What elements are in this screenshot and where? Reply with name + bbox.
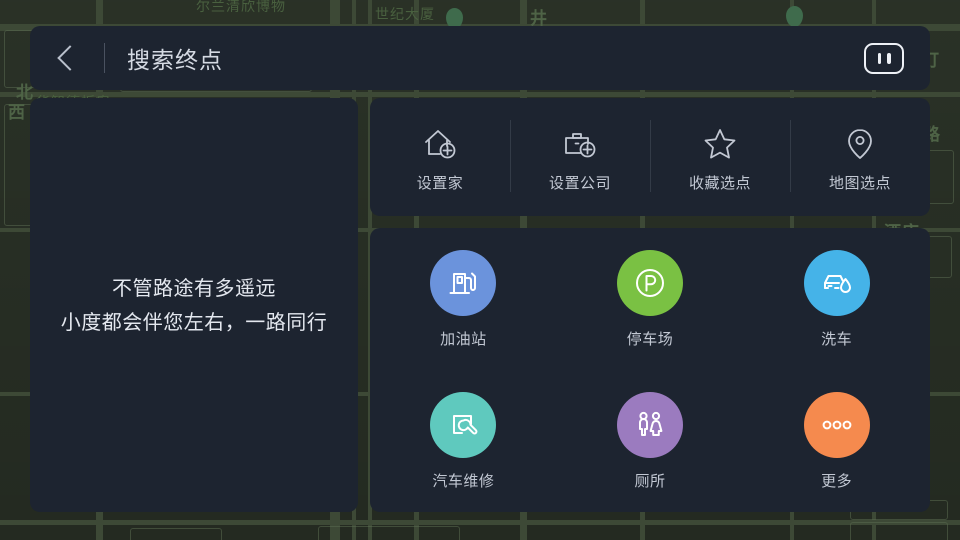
quick-action-label: 设置家 <box>416 173 464 192</box>
quick-action-map-pick[interactable]: 地图选点 <box>790 98 930 216</box>
map-label: 尔兰清欣博物 <box>196 0 286 15</box>
parking-p-icon <box>632 265 668 301</box>
map-block <box>850 522 948 540</box>
promo-line-2: 小度都会伴您左右，一路同行 <box>60 310 328 334</box>
service-item-parking[interactable]: 停车场 <box>616 249 683 349</box>
promo-panel: 不管路途有多遥远 小度都会伴您左右，一路同行 <box>30 98 358 512</box>
quick-action-label: 收藏选点 <box>688 173 751 192</box>
service-label: 更多 <box>821 471 853 490</box>
service-label: 厕所 <box>634 471 666 490</box>
promo-text: 不管路途有多遥远 小度都会伴您左右，一路同行 <box>61 271 328 339</box>
service-label: 停车场 <box>626 329 674 348</box>
services-panel: 加油站 停车场 洗车 汽车维修 厕所 更多 <box>370 228 930 512</box>
service-icon-circle <box>803 391 870 458</box>
assistant-robot-icon <box>864 42 904 74</box>
app-root: 世纪大厦井尔兰清欣博物北西华智德板房中路酒店灯 搜索终点 不管路途有多遥远 小度… <box>0 0 960 540</box>
map-road <box>0 92 960 97</box>
quick-action-label: 地图选点 <box>828 173 891 192</box>
more-dots-icon <box>819 407 855 443</box>
service-item-car-wash[interactable]: 洗车 <box>803 249 870 349</box>
star-icon <box>700 122 740 164</box>
service-icon-circle <box>616 249 683 316</box>
map-block <box>318 526 460 540</box>
service-item-gas-station[interactable]: 加油站 <box>430 249 497 349</box>
service-label: 加油站 <box>440 329 487 348</box>
header-divider <box>104 43 105 73</box>
restroom-icon <box>632 407 668 443</box>
map-label: 世纪大厦 <box>375 7 435 23</box>
map-road <box>0 520 960 525</box>
fuel-pump-icon <box>445 265 481 301</box>
briefcase-add-icon <box>560 122 600 164</box>
quick-action-set-company[interactable]: 设置公司 <box>510 98 650 216</box>
quick-action-favorites[interactable]: 收藏选点 <box>650 98 790 216</box>
car-wash-icon <box>819 265 855 301</box>
service-label: 洗车 <box>821 329 853 348</box>
robot-eye-right <box>887 52 891 64</box>
map-block <box>130 528 222 540</box>
service-item-more[interactable]: 更多 <box>803 391 870 491</box>
back-button[interactable] <box>30 26 104 90</box>
service-item-car-repair[interactable]: 汽车维修 <box>430 391 497 491</box>
page-title: 搜索终点 <box>127 48 223 74</box>
service-icon-circle <box>803 249 870 316</box>
chevron-left-icon <box>57 45 83 71</box>
map-pin-icon <box>840 122 880 164</box>
service-label: 汽车维修 <box>432 471 495 490</box>
home-add-icon <box>420 122 460 164</box>
service-icon-circle <box>616 391 683 458</box>
quick-actions-panel: 设置家 设置公司 收藏选点 地图选点 <box>370 98 930 216</box>
promo-line-1: 不管路途有多遥远 <box>112 276 276 300</box>
service-icon-circle <box>430 249 497 316</box>
quick-action-label: 设置公司 <box>548 173 611 192</box>
quick-action-set-home[interactable]: 设置家 <box>370 98 510 216</box>
map-label: 西 <box>8 103 26 123</box>
service-item-restroom[interactable]: 厕所 <box>616 391 683 491</box>
header-bar: 搜索终点 <box>30 26 930 90</box>
assistant-button[interactable] <box>862 42 906 74</box>
robot-eye-left <box>877 52 881 64</box>
wrench-square-icon <box>445 407 481 443</box>
service-icon-circle <box>430 391 497 458</box>
